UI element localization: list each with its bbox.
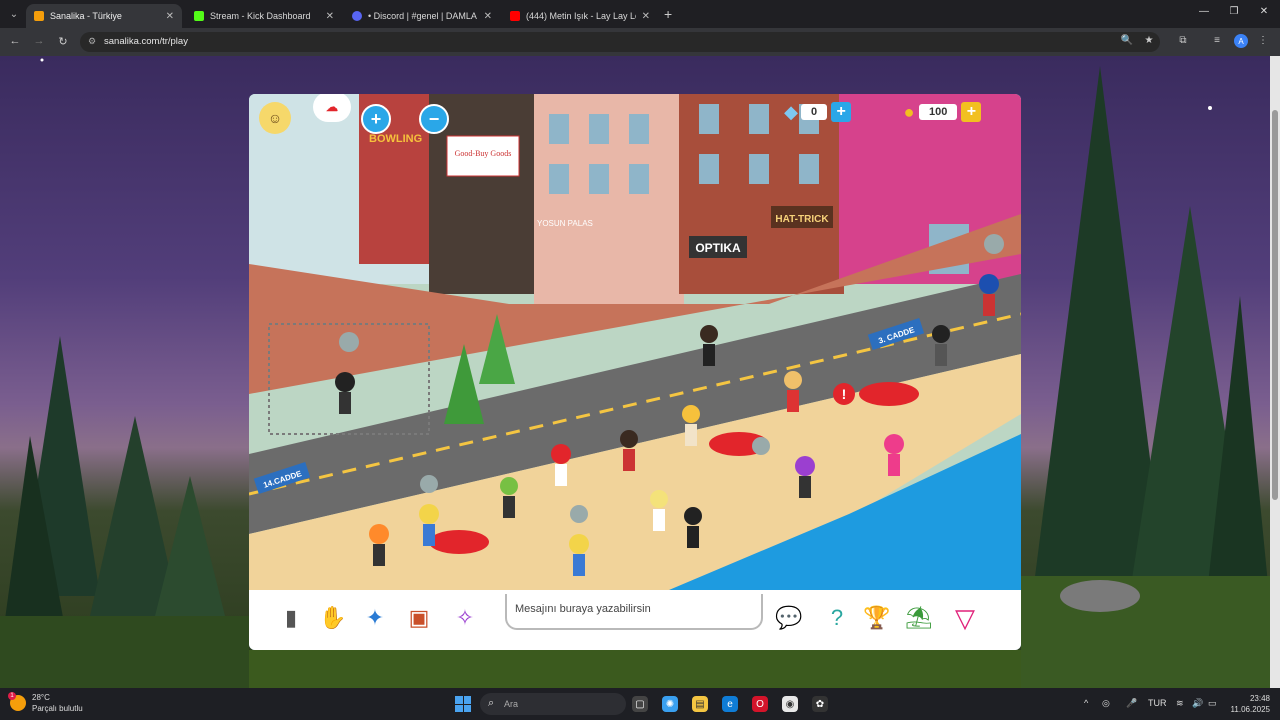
copilot-icon[interactable]: ✺ — [662, 696, 678, 712]
scrollbar-thumb[interactable] — [1272, 110, 1278, 500]
chat-box[interactable] — [505, 594, 763, 630]
edge-icon[interactable]: e — [722, 696, 738, 712]
chat-input[interactable] — [513, 602, 757, 616]
browser-toolbar: ← → ↻ ⚙ sanalika.com/tr/play 🔍 ★ ⧉ ≡ ⋮ — [0, 28, 1280, 56]
tab-search-icon[interactable]: ⌄ — [6, 6, 22, 22]
volume-icon[interactable]: 🔊 — [1192, 698, 1203, 709]
sanalika-favicon-icon — [34, 11, 44, 21]
close-icon[interactable]: ✕ — [642, 11, 650, 22]
new-tab-icon[interactable]: + — [664, 6, 672, 22]
weather-text: Parçalı bulutlu — [32, 704, 83, 713]
coin-counter: ● 100 + — [897, 100, 982, 124]
kick-favicon-icon — [194, 11, 204, 21]
diamond-icon: ◆ — [784, 101, 798, 122]
page-scrollbar[interactable] — [1270, 56, 1280, 688]
cloud-vehicle-icon[interactable]: ☁ — [313, 94, 351, 122]
actions-icon[interactable]: ✧ — [447, 600, 483, 636]
tab-kick[interactable]: Stream - Kick Dashboard ✕ — [186, 4, 342, 28]
backpack-icon[interactable]: ▣ — [401, 600, 437, 636]
svg-text:!: ! — [842, 386, 847, 402]
tray-overflow-icon[interactable]: ^ — [1084, 698, 1088, 708]
help-icon[interactable]: ? — [819, 600, 855, 636]
close-icon[interactable]: ✕ — [326, 11, 334, 22]
profile-avatar[interactable]: A — [1234, 34, 1248, 48]
diamond-counter: ◆ 0 + — [779, 100, 852, 124]
task-view-icon[interactable]: ▢ — [632, 696, 648, 712]
windows-start-icon[interactable] — [455, 696, 471, 712]
tab-sanalika[interactable]: Sanalika - Türkiye ✕ — [26, 4, 182, 28]
game-bottom-bar: ▮ ✋ ✦ ▣ ✧ 💬 ? 🏆 ⛱ ▽ — [249, 590, 1021, 650]
maximize-icon[interactable]: ❐ — [1224, 6, 1244, 17]
game-frame[interactable]: ! BOWLING Good-Buy Goods YOSUN PALAS OPT… — [249, 94, 1021, 650]
game-scene[interactable]: ! BOWLING Good-Buy Goods YOSUN PALAS OPT… — [249, 94, 1021, 590]
phone-icon[interactable]: ▮ — [273, 600, 309, 636]
windows-taskbar: 1 28°C Parçalı bulutlu ⌕ Ara ▢ ✺ ▤ e O ◉… — [0, 688, 1280, 720]
bookmark-star-icon[interactable]: ★ — [1142, 35, 1156, 46]
network-eye-icon[interactable]: ◎ — [1102, 698, 1110, 709]
language-indicator[interactable]: TUR — [1148, 698, 1167, 708]
microphone-icon[interactable]: 🎤 — [1126, 698, 1137, 709]
add-diamond-button[interactable]: + — [831, 102, 852, 122]
youtube-favicon-icon — [510, 11, 520, 21]
add-coin-button[interactable]: + — [961, 102, 982, 122]
chat-bubbles-icon[interactable]: 💬 — [771, 600, 807, 636]
app-icon[interactable]: ✿ — [812, 696, 828, 712]
media-controls-icon[interactable]: ≡ — [1210, 35, 1224, 46]
battery-icon[interactable]: ▭ — [1208, 698, 1217, 709]
coins-icon: ● — [903, 101, 915, 122]
tab-youtube[interactable]: (444) Metin Işık - Lay Lay Lom ✕ — [502, 4, 658, 28]
minimize-icon[interactable]: — — [1194, 6, 1214, 17]
discord-favicon-icon — [352, 11, 362, 21]
window-close-icon[interactable]: ✕ — [1254, 6, 1274, 17]
trophy-icon[interactable]: 🏆 — [859, 600, 895, 636]
weather-icon: 1 — [8, 692, 26, 711]
island-icon[interactable]: ⛱ — [901, 600, 937, 636]
close-icon[interactable]: ✕ — [166, 11, 174, 22]
clock[interactable]: 23:48 11.06.2025 — [1220, 693, 1270, 715]
address-bar[interactable]: ⚙ sanalika.com/tr/play 🔍 ★ — [80, 32, 1160, 52]
goodbuy-sign: Good-Buy Goods — [455, 149, 512, 158]
forward-icon[interactable]: → — [32, 35, 46, 47]
temperature: 28°C — [32, 693, 50, 702]
search-icon: ⌕ — [488, 697, 495, 709]
dance-icon[interactable]: ✦ — [357, 600, 393, 636]
taskbar-search[interactable]: ⌕ Ara — [480, 693, 626, 715]
chrome-icon[interactable]: ◉ — [782, 696, 798, 712]
bowling-sign: BOWLING — [369, 133, 422, 145]
url-text: sanalika.com/tr/play — [104, 36, 188, 47]
more-menu-icon[interactable]: ⋮ — [1256, 35, 1270, 46]
tab-strip: ⌄ Sanalika - Türkiye ✕ Stream - Kick Das… — [0, 0, 1280, 28]
file-explorer-icon[interactable]: ▤ — [692, 696, 708, 712]
tab-discord[interactable]: • Discord | #genel | DAMLA ALI ✕ — [344, 4, 500, 28]
optika-sign: OPTIKA — [695, 241, 741, 255]
expand-menu-icon[interactable]: ▽ — [947, 600, 983, 636]
zoom-in-button[interactable]: + — [361, 104, 391, 134]
emotes-icon[interactable]: ✋ — [315, 600, 351, 636]
zoom-icon[interactable]: 🔍 — [1120, 35, 1134, 46]
weather-widget[interactable]: 1 28°C Parçalı bulutlu — [8, 692, 83, 714]
yosun-sign: YOSUN PALAS — [537, 219, 593, 228]
opera-icon[interactable]: O — [752, 696, 768, 712]
zoom-out-button[interactable]: − — [419, 104, 449, 134]
reload-icon[interactable]: ↻ — [56, 35, 70, 48]
back-icon[interactable]: ← — [8, 35, 22, 47]
site-info-icon[interactable]: ⚙ — [88, 36, 96, 47]
wifi-icon[interactable]: ≋ — [1176, 698, 1184, 709]
extensions-icon[interactable]: ⧉ — [1176, 35, 1190, 46]
player-avatar[interactable]: ☺ — [259, 102, 291, 134]
close-icon[interactable]: ✕ — [484, 11, 492, 22]
hattrick-sign: HAT-TRICK — [775, 214, 829, 225]
